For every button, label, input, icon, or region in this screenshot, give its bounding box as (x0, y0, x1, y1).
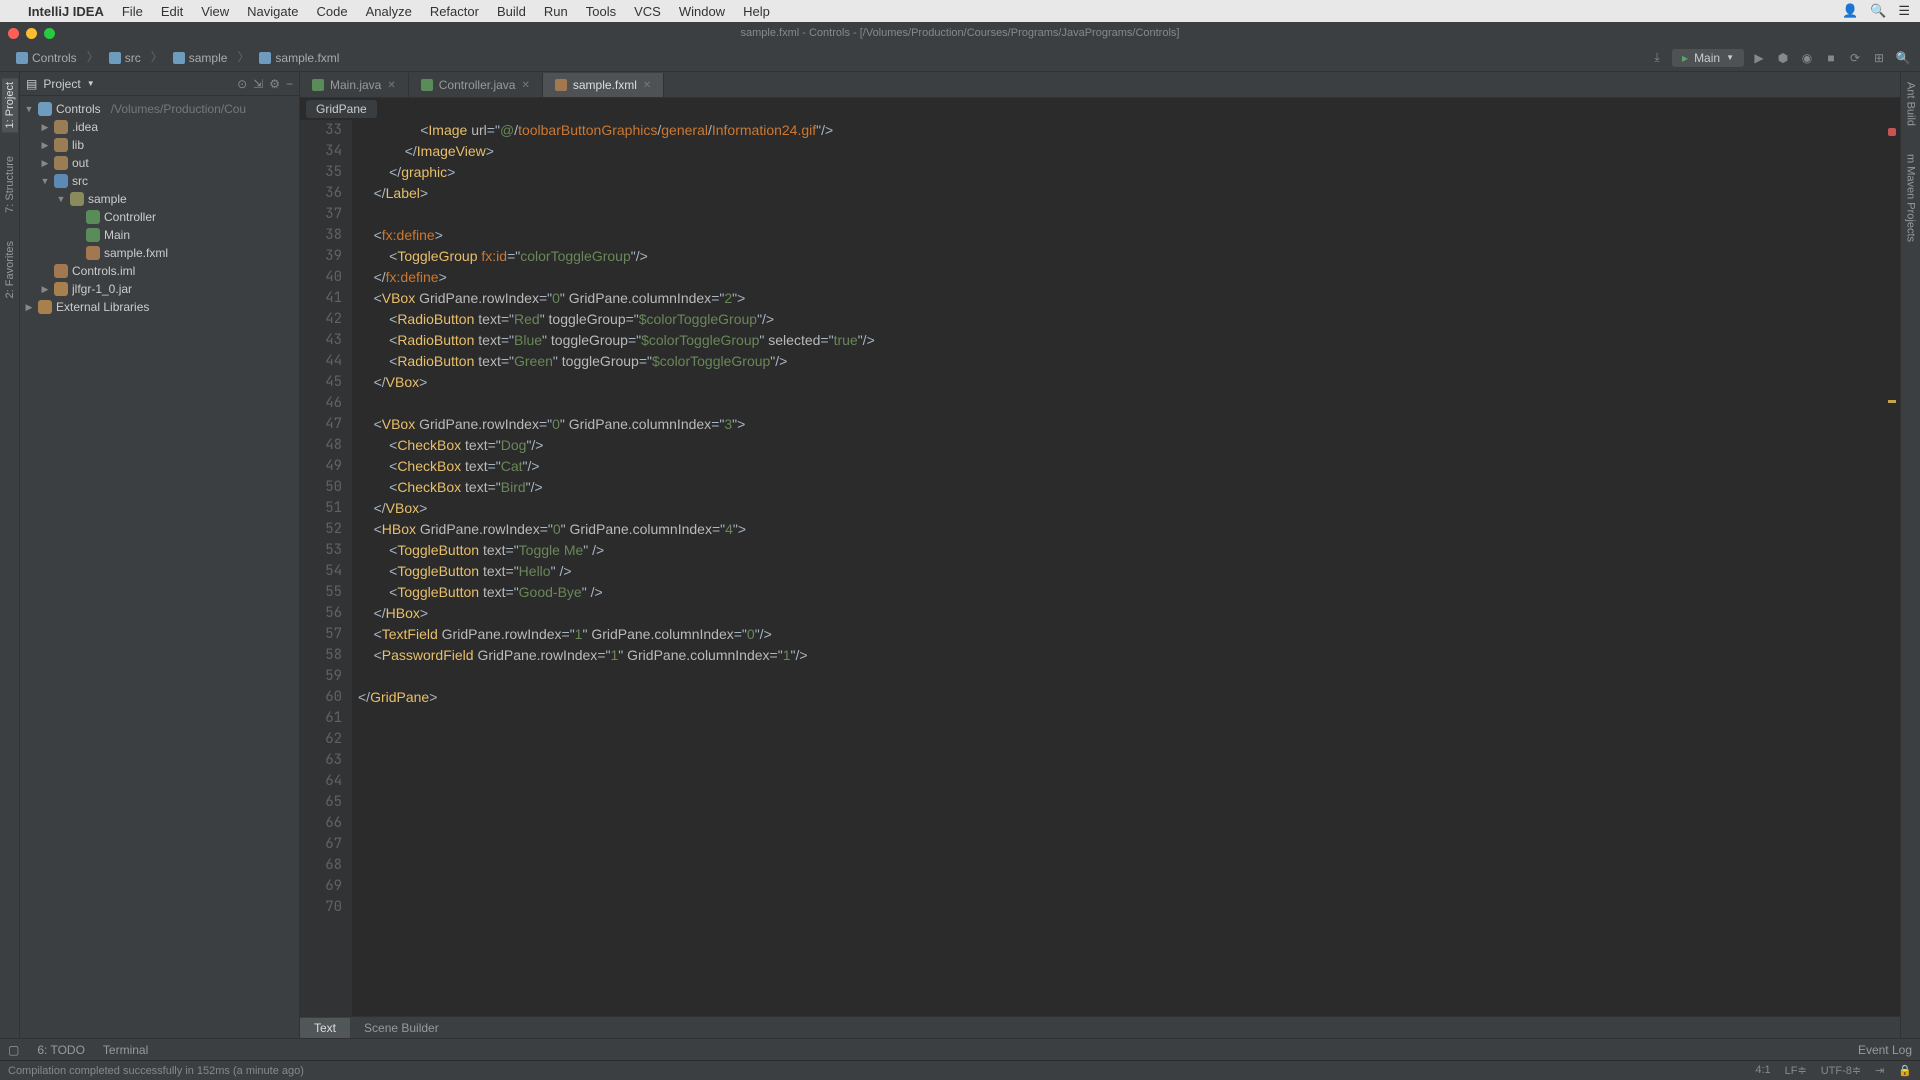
bottom-tab-scene-builder[interactable]: Scene Builder (350, 1018, 453, 1038)
window-titlebar: sample.fxml - Controls - [/Volumes/Produ… (0, 22, 1920, 44)
code-content[interactable]: <Image url="@/toolbarButtonGraphics/gene… (352, 120, 1900, 1016)
bottom-tab-text[interactable]: Text (300, 1018, 350, 1038)
left-tool-strip: 1: Project 7: Structure 2: Favorites (0, 72, 20, 1038)
project-header: ▤ Project ▼ ⊙ ⇲ ⚙ − (20, 72, 299, 96)
line-gutter[interactable]: 33 34 35 36 37 38 39 40 41 42 43 44 45 4… (300, 120, 352, 1016)
menu-refactor[interactable]: Refactor (430, 4, 479, 19)
stop-button[interactable]: ■ (1822, 49, 1840, 67)
breadcrumb-item[interactable]: GridPane (306, 100, 377, 118)
traffic-lights[interactable] (8, 28, 55, 39)
bottom-tool-strip: ▢ 6: TODO Terminal Event Log (0, 1038, 1920, 1060)
maven-tool-button[interactable]: m Maven Projects (1903, 150, 1919, 246)
editor-tab[interactable]: sample.fxml✕ (543, 73, 664, 97)
tree-item[interactable]: ▶lib (20, 136, 299, 154)
cursor-position[interactable]: 4:1 (1755, 1064, 1770, 1077)
project-view-icon[interactable]: ▤ (26, 77, 37, 91)
update-button[interactable]: ⟳ (1846, 49, 1864, 67)
breadcrumb-sample[interactable]: sample (165, 48, 236, 68)
status-bar: Compilation completed successfully in 15… (0, 1060, 1920, 1080)
right-tool-strip: Ant Build m Maven Projects (1900, 72, 1920, 1038)
project-title: Project (43, 77, 80, 91)
tree-item[interactable]: ▼src (20, 172, 299, 190)
project-sidebar: ▤ Project ▼ ⊙ ⇲ ⚙ − ▼ Controls /Volumes/… (20, 72, 300, 1038)
collapse-all-icon[interactable]: ⇲ (253, 77, 263, 91)
menu-navigate[interactable]: Navigate (247, 4, 298, 19)
app-name[interactable]: IntelliJ IDEA (28, 4, 104, 19)
run-button[interactable]: ▶ (1750, 49, 1768, 67)
project-tool-button[interactable]: 1: Project (2, 78, 18, 132)
menu-window[interactable]: Window (679, 4, 725, 19)
menu-tools[interactable]: Tools (586, 4, 616, 19)
structure-button[interactable]: ⊞ (1870, 49, 1888, 67)
user-icon[interactable]: 👤 (1842, 3, 1858, 19)
status-message: Compilation completed successfully in 15… (8, 1065, 304, 1077)
navigation-bar: Controls〉src〉sample〉sample.fxml ⤓ ▸ Main… (0, 44, 1920, 72)
line-separator[interactable]: LF≑ (1785, 1064, 1807, 1077)
coverage-button[interactable]: ◉ (1798, 49, 1816, 67)
terminal-tool-button[interactable]: Terminal (103, 1043, 148, 1057)
breadcrumbs: GridPane (300, 98, 1900, 120)
error-stripe-marker[interactable] (1888, 128, 1896, 136)
editor-bottom-tabs: TextScene Builder (300, 1016, 1900, 1038)
debug-button[interactable]: ⬢ (1774, 49, 1792, 67)
close-tab-icon[interactable]: ✕ (387, 80, 395, 91)
run-arrow-icon: ▸ (1682, 51, 1688, 65)
chevron-down-icon[interactable]: ▼ (87, 79, 95, 88)
run-config-selector[interactable]: ▸ Main ▼ (1672, 49, 1744, 67)
todo-tool-button[interactable]: 6: TODO (37, 1043, 85, 1057)
tree-item[interactable]: Controls.iml (20, 262, 299, 280)
breadcrumb-src[interactable]: src (101, 48, 149, 68)
spotlight-icon[interactable]: 🔍 (1870, 3, 1886, 19)
warning-stripe-marker[interactable] (1888, 400, 1896, 403)
tree-item[interactable]: ▼sample (20, 190, 299, 208)
minimize-icon[interactable] (26, 28, 37, 39)
menu-edit[interactable]: Edit (161, 4, 183, 19)
close-tab-icon[interactable]: ✕ (521, 80, 529, 91)
code-editor[interactable]: 33 34 35 36 37 38 39 40 41 42 43 44 45 4… (300, 120, 1900, 1016)
breadcrumb-sample.fxml[interactable]: sample.fxml (251, 48, 347, 68)
ant-build-tool-button[interactable]: Ant Build (1903, 78, 1919, 130)
menu-run[interactable]: Run (544, 4, 568, 19)
tree-item[interactable]: ▶.idea (20, 118, 299, 136)
tree-root[interactable]: ▼ Controls /Volumes/Production/Cou (20, 100, 299, 118)
menu-view[interactable]: View (201, 4, 229, 19)
editor-tab[interactable]: Main.java✕ (300, 73, 409, 97)
close-tab-icon[interactable]: ✕ (643, 80, 651, 91)
tree-item[interactable]: ▶jlfgr-1_0.jar (20, 280, 299, 298)
tree-item[interactable]: sample.fxml (20, 244, 299, 262)
editor-area: Main.java✕Controller.java✕sample.fxml✕ G… (300, 72, 1900, 1038)
tree-item[interactable]: Main (20, 226, 299, 244)
menu-icon[interactable]: ☰ (1898, 3, 1910, 19)
editor-tab[interactable]: Controller.java✕ (409, 73, 543, 97)
menu-build[interactable]: Build (497, 4, 526, 19)
breadcrumb-controls[interactable]: Controls (8, 48, 85, 68)
maximize-icon[interactable] (44, 28, 55, 39)
structure-tool-button[interactable]: 7: Structure (2, 152, 18, 217)
file-encoding[interactable]: UTF-8≑ (1821, 1064, 1861, 1077)
macos-menubar: IntelliJ IDEA File Edit View Navigate Code An… (0, 0, 1920, 22)
tree-item[interactable]: ▶out (20, 154, 299, 172)
chevron-down-icon: ▼ (1726, 53, 1734, 62)
tree-item[interactable]: Controller (20, 208, 299, 226)
favorites-tool-button[interactable]: 2: Favorites (2, 237, 18, 302)
menu-vcs[interactable]: VCS (634, 4, 661, 19)
search-everywhere-icon[interactable]: 🔍 (1894, 49, 1912, 67)
editor-tabs: Main.java✕Controller.java✕sample.fxml✕ (300, 72, 1900, 98)
project-tree[interactable]: ▼ Controls /Volumes/Production/Cou ▶.ide… (20, 96, 299, 320)
tree-item[interactable]: ▶External Libraries (20, 298, 299, 316)
close-icon[interactable] (8, 28, 19, 39)
indent-indicator[interactable]: ⇥ (1875, 1064, 1884, 1077)
window-title: sample.fxml - Controls - [/Volumes/Produ… (741, 27, 1180, 39)
scroll-from-source-icon[interactable]: ⊙ (237, 77, 247, 91)
menu-help[interactable]: Help (743, 4, 770, 19)
lock-icon[interactable]: 🔒 (1898, 1064, 1912, 1077)
quick-access-icon[interactable]: ▢ (8, 1043, 19, 1057)
gear-icon[interactable]: ⚙ (269, 77, 280, 91)
menu-code[interactable]: Code (316, 4, 347, 19)
hide-icon[interactable]: − (286, 77, 293, 91)
build-icon[interactable]: ⤓ (1648, 49, 1666, 67)
event-log-tool-button[interactable]: Event Log (1858, 1043, 1912, 1057)
menu-file[interactable]: File (122, 4, 143, 19)
menu-analyze[interactable]: Analyze (366, 4, 412, 19)
